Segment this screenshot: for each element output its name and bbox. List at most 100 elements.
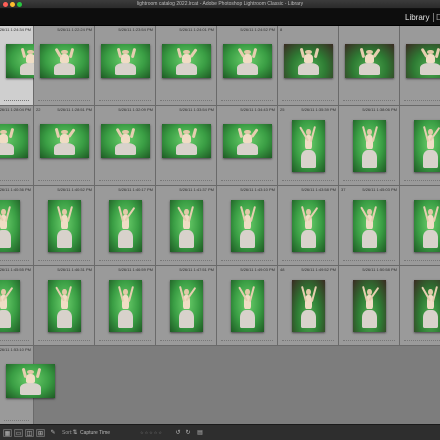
photo-thumbnail[interactable]: [40, 44, 89, 78]
photo-thumbnail[interactable]: [109, 200, 142, 252]
thumbnail-cell[interactable]: 5/26/11 1:22:24 PM: [34, 26, 95, 106]
thumbnail-cell[interactable]: 5/26/11 1:24:52 PM: [217, 26, 278, 106]
thumbnail-cell[interactable]: 5/26/11 1:40:52 PM: [34, 186, 95, 266]
thumbnail-cell[interactable]: 5/26/11 1:32:09 PM: [95, 106, 156, 186]
photo-thumbnail[interactable]: [414, 280, 440, 332]
capture-time: 5/26/11 1:35:39 PM: [301, 107, 336, 112]
painter-icon[interactable]: ✎: [49, 429, 57, 437]
module-develop[interactable]: D: [436, 13, 440, 22]
thumbnail-cell[interactable]: 5/26/11 1:46:59 PM: [95, 266, 156, 346]
thumbnail-cell[interactable]: [339, 26, 400, 106]
thumbnail-header: [339, 26, 399, 34]
subject-figure: [0, 126, 19, 158]
photo-thumbnail[interactable]: [162, 124, 211, 158]
photo-thumbnail[interactable]: [170, 200, 203, 252]
photo-thumbnail[interactable]: [223, 44, 272, 78]
thumbnail-header: 5/26/11 1:45:55 PM: [0, 266, 33, 274]
thumbnail-cell[interactable]: 5/26/11 1:45:55 PM: [0, 266, 34, 346]
thumbnail-cell[interactable]: 5/26/11 1:53:10 PM: [0, 346, 55, 424]
subject-figure: [176, 203, 197, 252]
photo-thumbnail[interactable]: [353, 120, 386, 172]
subject-figure: [0, 283, 14, 332]
thumbnail-cell[interactable]: 5/26/11 1:49:03 PM: [217, 266, 278, 346]
survey-view-icon[interactable]: ⊞: [36, 429, 45, 437]
sort-direction-icon[interactable]: ⇅: [72, 429, 78, 437]
photo-thumbnail[interactable]: [170, 280, 203, 332]
thumbnail-header: 5/26/11 1:40:17 PM: [95, 186, 155, 194]
photo-thumbnail[interactable]: [353, 280, 386, 332]
thumbnail-footer: [282, 260, 334, 262]
photo-thumbnail[interactable]: [0, 200, 20, 252]
thumbnail-cell[interactable]: 5/26/11 1:33:54 PM: [156, 106, 217, 186]
capture-time: 5/26/11 1:46:31 PM: [57, 267, 92, 272]
photo-thumbnail[interactable]: [414, 200, 440, 252]
photo-thumbnail[interactable]: [101, 44, 150, 78]
thumbnail-cell[interactable]: 8: [278, 26, 339, 106]
photo-thumbnail[interactable]: [0, 280, 20, 332]
capture-time: 5/26/11 1:28:04 PM: [0, 107, 31, 112]
thumbnail-cell[interactable]: 25 5/26/11 1:35:39 PM: [278, 106, 339, 186]
photo-thumbnail[interactable]: [0, 124, 28, 158]
thumbnail-cell[interactable]: 22 5/26/11 1:28:51 PM: [34, 106, 95, 186]
sort-field[interactable]: Capture Time: [80, 429, 110, 437]
thumbnail-cell[interactable]: [400, 106, 440, 186]
photo-thumbnail[interactable]: [109, 280, 142, 332]
rotate-left-icon[interactable]: ↺: [174, 429, 182, 437]
thumbnail-footer: [38, 340, 90, 342]
grid-view-icon[interactable]: ▦: [3, 429, 12, 437]
thumbnail-cell[interactable]: 5/26/11 1:23:54 PM: [95, 26, 156, 106]
loupe-view-icon[interactable]: ▭: [14, 429, 23, 437]
thumbnail-cell[interactable]: 5/26/11 1:24:01 PM: [156, 26, 217, 106]
thumbnail-cell[interactable]: 5/26/11 1:34:43 PM: [217, 106, 278, 186]
thumbnail-footer: [404, 340, 440, 342]
thumbnail-cell[interactable]: [400, 266, 440, 346]
thumbnail-cell[interactable]: 5/26/11 1:50:58 PM: [339, 266, 400, 346]
thumbnail-cell[interactable]: [400, 186, 440, 266]
thumbnail-footer: [221, 340, 273, 342]
photo-thumbnail[interactable]: [162, 44, 211, 78]
capture-time: 5/26/11 1:53:10 PM: [0, 347, 31, 352]
photo-thumbnail[interactable]: [353, 200, 386, 252]
photo-thumbnail[interactable]: [406, 44, 440, 78]
photo-thumbnail[interactable]: [292, 120, 325, 172]
thumbnail-cell[interactable]: 5/26/11 1:43:10 PM: [217, 186, 278, 266]
photo-thumbnail[interactable]: [292, 280, 325, 332]
subject-figure: [420, 203, 440, 252]
photo-thumbnail[interactable]: [223, 124, 272, 158]
thumbnail-cell[interactable]: 5/26/11 1:40:36 PM: [0, 186, 34, 266]
thumbnail-cell[interactable]: 5/26/11 1:38:06 PM: [339, 106, 400, 186]
photo-thumbnail[interactable]: [6, 364, 55, 398]
thumbnail-cell[interactable]: 5/26/11 1:46:31 PM: [34, 266, 95, 346]
thumbnail-footer: [4, 420, 29, 422]
photo-thumbnail[interactable]: [414, 120, 440, 172]
thumbnail-grid[interactable]: 5/26/11 1:24:34 PM 5/26/11 1:22:24 PM 5/26…: [0, 26, 440, 424]
photo-thumbnail[interactable]: [48, 200, 81, 252]
photo-thumbnail[interactable]: [292, 200, 325, 252]
capture-time: 5/26/11 1:28:51 PM: [57, 107, 92, 112]
rotate-right-icon[interactable]: ↻: [184, 429, 192, 437]
thumbnail-cell[interactable]: 5/26/11 1:41:37 PM: [156, 186, 217, 266]
thumbnail-cell[interactable]: 5/26/11 1:40:17 PM: [95, 186, 156, 266]
compare-view-icon[interactable]: ◫: [25, 429, 34, 437]
photo-thumbnail[interactable]: [48, 280, 81, 332]
thumbnail-footer: [282, 340, 334, 342]
thumbnail-size-icon[interactable]: ▤: [196, 429, 204, 437]
thumbnail-cell[interactable]: 37 5/26/11 1:45:03 PM: [339, 186, 400, 266]
thumbnail-cell[interactable]: 5/26/11 1:24:34 PM: [0, 26, 55, 106]
thumbnail-cell[interactable]: 5/26/11 1:47:51 PM: [156, 266, 217, 346]
rating-filter[interactable]: ☆☆☆☆☆: [140, 430, 163, 435]
thumbnail-cell[interactable]: 5/26/11 1:28:04 PM: [0, 106, 34, 186]
photo-thumbnail[interactable]: [40, 124, 89, 158]
photo-thumbnail[interactable]: [231, 200, 264, 252]
photo-thumbnail[interactable]: [345, 44, 394, 78]
photo-thumbnail[interactable]: [101, 124, 150, 158]
thumbnail-cell[interactable]: [400, 26, 440, 106]
photo-thumbnail[interactable]: [231, 280, 264, 332]
thumbnail-cell[interactable]: 5/26/11 1:43:58 PM: [278, 186, 339, 266]
thumbnail-cell[interactable]: 48 5/26/11 1:49:52 PM: [278, 266, 339, 346]
thumbnail-footer: [0, 260, 29, 262]
photo-thumbnail[interactable]: [284, 44, 333, 78]
thumbnail-footer: [160, 180, 212, 182]
thumbnail-footer: [282, 180, 334, 182]
module-library[interactable]: Library: [405, 13, 429, 22]
